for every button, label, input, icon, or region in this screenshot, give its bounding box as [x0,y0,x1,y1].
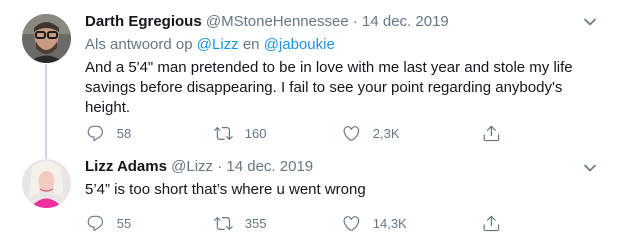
reply-mention-lizz[interactable]: @Lizz [197,36,239,53]
thread-line [45,64,47,160]
retweet-button[interactable]: 160 [214,121,266,145]
heart-icon [343,215,360,231]
tweet-lizz-adams[interactable]: Lizz Adams @Lizz · 14 dec. 2019 5’4” is … [0,152,622,246]
tweet-date[interactable]: 14 dec. 2019 [226,158,313,175]
reply-count: 58 [116,125,132,141]
reply-context: Als antwoord op @Lizz en @jaboukie [85,35,335,55]
share-icon [483,125,500,141]
retweet-icon [214,126,233,140]
separator-dot: · [352,13,358,30]
heart-icon [343,125,360,141]
share-button[interactable] [482,121,501,145]
user-handle[interactable]: @MStoneHennessee [206,13,349,30]
display-name[interactable]: Darth Egregious [85,13,202,30]
separator-dot: · [217,158,223,175]
tweet-actions: 55 355 14,3K [78,211,558,235]
share-icon [483,215,500,231]
display-name[interactable]: Lizz Adams [85,158,167,175]
avatar[interactable] [22,159,71,208]
tweet-actions: 58 160 2,3K [78,121,558,145]
like-count: 14,3K [372,215,407,231]
tweet-text: And a 5'4" man pretended to be in love w… [85,59,573,116]
like-count: 2,3K [372,125,400,141]
like-button[interactable]: 2,3K [342,121,400,145]
tweet-date[interactable]: 14 dec. 2019 [362,13,449,30]
chevron-down-icon [584,164,596,172]
share-button[interactable] [482,211,501,235]
retweet-button[interactable]: 355 [214,211,266,235]
reply-count: 55 [116,215,132,231]
retweet-count: 160 [244,125,267,141]
tweet-header: Darth Egregious @MStoneHennessee · 14 de… [85,12,449,32]
reply-joiner: en [242,36,260,53]
reply-mention-jaboukie[interactable]: @jaboukie [264,36,335,53]
reply-icon [87,125,104,141]
more-options-button[interactable] [582,160,598,176]
avatar[interactable] [22,14,71,63]
reply-button[interactable]: 55 [86,211,131,235]
tweet-text: 5’4” is too short that’s where u went wr… [85,181,366,198]
reply-prefix: Als antwoord op [85,36,193,53]
chevron-down-icon [584,18,596,26]
reply-icon [87,215,104,231]
more-options-button[interactable] [582,14,598,30]
reply-button[interactable]: 58 [86,121,131,145]
retweet-icon [214,216,233,230]
tweet-header: Lizz Adams @Lizz · 14 dec. 2019 [85,157,313,177]
tweet-darth-egregious[interactable]: Darth Egregious @MStoneHennessee · 14 de… [0,0,622,160]
user-handle[interactable]: @Lizz [171,158,213,175]
retweet-count: 355 [244,215,267,231]
like-button[interactable]: 14,3K [342,211,407,235]
